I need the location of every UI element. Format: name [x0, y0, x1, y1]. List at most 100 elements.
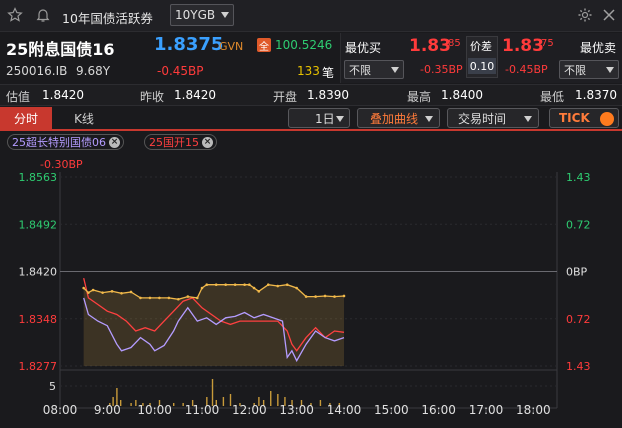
- x-tick-label: 12:00: [232, 403, 267, 417]
- series-point: [295, 286, 298, 290]
- stat-label-high: 最高: [407, 90, 432, 104]
- gear-icon[interactable]: [576, 6, 594, 24]
- chevron-down-icon: [336, 116, 344, 122]
- series-point: [342, 294, 346, 298]
- best-bid-filter[interactable]: 不限: [344, 60, 404, 79]
- x-tick-label: 15:00: [374, 403, 409, 417]
- series-point: [195, 296, 199, 300]
- series-point: [120, 292, 123, 295]
- x-tick-label: 9:00: [94, 403, 121, 417]
- best-ask-price: 1.83: [502, 36, 544, 56]
- chevron-down-icon: [606, 66, 614, 73]
- stat-label-low: 最低: [540, 90, 565, 104]
- y-left-tick-label: 1.8348: [19, 313, 58, 326]
- window-title: 10年国债活跃券: [62, 11, 153, 26]
- spread-label: 价差: [470, 40, 492, 53]
- stat-value-valuation: 1.8420: [42, 88, 84, 102]
- best-ask-filter[interactable]: 不限: [559, 60, 619, 79]
- best-ask-price-suffix: 75: [541, 38, 554, 49]
- series-point: [148, 296, 152, 300]
- x-tick-label: 08:00: [43, 403, 78, 417]
- overlay-tag-special-bond[interactable]: 25超长特别国债06 ×: [7, 134, 124, 150]
- series-point: [276, 284, 280, 288]
- star-icon[interactable]: [6, 6, 24, 24]
- chart-toolbar: 分时 K线 1日 叠加曲线 交易时间 TICK: [0, 107, 622, 129]
- series-point: [167, 296, 171, 300]
- tab-underline: [0, 129, 622, 131]
- spread-label: -0.30BP: [40, 158, 83, 171]
- remove-icon[interactable]: ×: [202, 136, 213, 148]
- overlay-curve-select[interactable]: 叠加曲线: [357, 108, 440, 128]
- series-point: [200, 286, 204, 290]
- bond-selector-value: 10YGB: [175, 8, 216, 22]
- bond-selector[interactable]: 10YGB: [170, 4, 234, 26]
- volume-bar: [211, 379, 214, 406]
- trade-count: 133: [297, 64, 320, 78]
- series-point: [139, 296, 142, 300]
- series-point: [91, 288, 95, 292]
- y-right-tick-label: 0BP: [566, 266, 588, 279]
- series-point: [101, 291, 104, 294]
- spread-value: 0.10: [468, 58, 496, 74]
- volume-bar: [135, 400, 137, 406]
- volume-bar: [130, 403, 132, 406]
- stat-value-prev-close: 1.8420: [174, 88, 216, 102]
- y-left-tick-label: 1.8492: [19, 218, 58, 231]
- bond-tenor: 9.68Y: [76, 64, 111, 78]
- series-point: [233, 283, 237, 287]
- trade-time-label: 交易时间: [458, 111, 507, 126]
- volume-tick-label: 5: [49, 380, 56, 393]
- series-point: [110, 290, 114, 293]
- bell-icon[interactable]: [34, 6, 52, 24]
- net-price-badge: 全: [257, 38, 271, 53]
- volume-bar: [277, 394, 279, 406]
- volume-bar: [182, 403, 184, 406]
- best-ask-change: -0.45BP: [505, 63, 548, 76]
- best-bid-price-suffix: 85: [448, 38, 461, 49]
- stat-value-open: 1.8390: [307, 88, 349, 102]
- x-tick-label: 11:00: [185, 403, 220, 417]
- x-tick-label: 14:00: [327, 403, 362, 417]
- volume-bar: [173, 403, 175, 406]
- series-point: [304, 295, 308, 298]
- series-point: [266, 283, 270, 287]
- volume-bar: [222, 397, 225, 406]
- series-point: [333, 295, 336, 298]
- stat-label-open: 开盘: [273, 90, 298, 104]
- title-bar: 10年国债活跃券 10YGB: [0, 0, 622, 32]
- y-left-tick-label: 1.8277: [19, 360, 58, 373]
- tab-intraday[interactable]: 分时: [0, 107, 52, 129]
- overlay-tag-cdb[interactable]: 25国开15 ×: [144, 134, 217, 150]
- series-point: [158, 296, 161, 300]
- volume-bar: [270, 391, 272, 406]
- price-change: -0.45BP: [157, 64, 204, 78]
- stat-value-high: 1.8400: [441, 88, 483, 102]
- x-tick-label: 10:00: [137, 403, 172, 417]
- best-bid-label: 最优买: [345, 41, 382, 55]
- best-ask-filter-value: 不限: [564, 63, 586, 77]
- price-source: GVN: [219, 40, 244, 53]
- x-tick-label: 17:00: [469, 403, 504, 417]
- trade-count-unit: 笔: [322, 66, 335, 80]
- x-tick-label: 13:00: [279, 403, 314, 417]
- series-point: [257, 290, 261, 293]
- series-point: [82, 286, 85, 290]
- bond-code: 250016.IB: [6, 64, 68, 78]
- volume-bar: [319, 400, 322, 406]
- period-select-value: 1日: [315, 111, 335, 126]
- y-right-tick-label: 0.72: [566, 218, 591, 231]
- close-icon[interactable]: [600, 6, 618, 24]
- remove-icon[interactable]: ×: [109, 136, 120, 148]
- stat-label-prev-close: 昨收: [140, 90, 165, 104]
- trade-time-select[interactable]: 交易时间: [447, 108, 539, 128]
- bond-name: 25附息国债16: [6, 40, 115, 59]
- period-select[interactable]: 1日: [288, 108, 350, 128]
- overlay-tag-label: 25国开15: [149, 136, 199, 149]
- net-price: 100.5246: [275, 38, 333, 52]
- tick-toggle[interactable]: TICK: [549, 108, 619, 128]
- chevron-down-icon: [425, 116, 433, 122]
- series-point: [323, 294, 327, 298]
- tab-kline[interactable]: K线: [60, 107, 108, 129]
- overlay-tag-label: 25超长特别国债06: [12, 136, 106, 149]
- intraday-chart[interactable]: 1.8563 1.43 1.8492 0.72 1.8420 0BP 1.8348 0.72 1…: [0, 150, 622, 428]
